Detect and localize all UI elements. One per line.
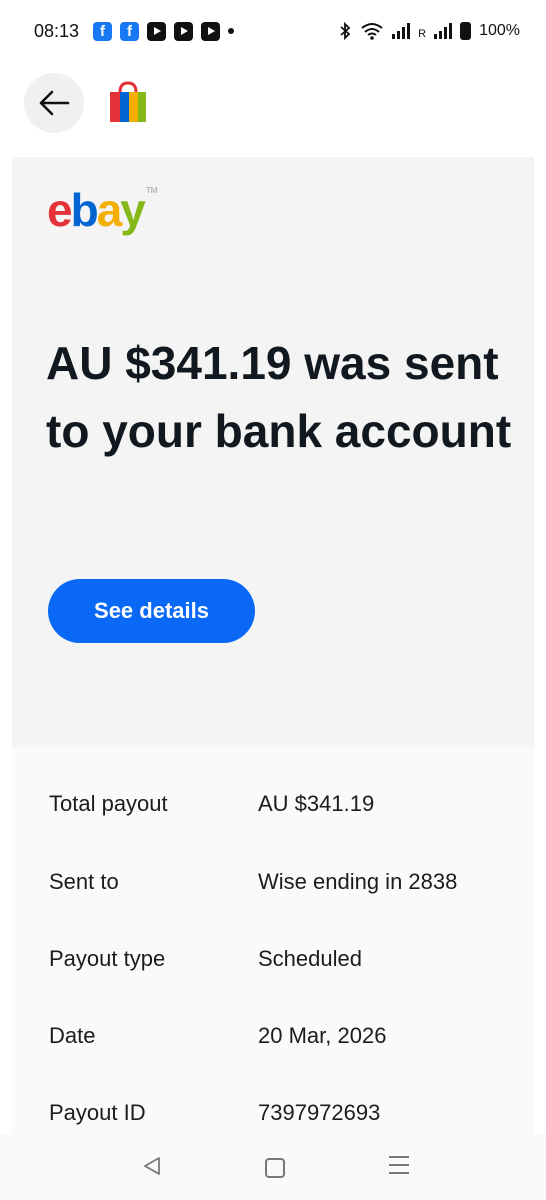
status-left: 08:13 f f	[34, 20, 235, 42]
ebay-logo: ebay TM	[47, 184, 158, 236]
logo-letter: y	[120, 184, 146, 236]
detail-value: 7397972693	[258, 1100, 381, 1125]
status-time: 08:13	[34, 20, 80, 41]
detail-label: Date	[49, 1023, 96, 1048]
logo-letter: a	[96, 184, 123, 236]
shopping-bag-icon	[110, 81, 146, 122]
menu-lines-icon[interactable]	[389, 1156, 409, 1180]
youtube-icon	[147, 21, 167, 41]
battery-percent: 100%	[479, 22, 520, 39]
logo-letter: b	[70, 184, 99, 236]
email-card: ebay TM AU $341.19 was sent to your bank …	[12, 157, 534, 747]
roaming-label: R	[418, 28, 427, 40]
detail-label: Total payout	[49, 791, 168, 816]
arrow-left-icon	[39, 90, 70, 116]
signal-icon	[392, 23, 411, 39]
battery-icon	[460, 22, 472, 40]
detail-value: AU $341.19	[258, 791, 375, 816]
triangle-back-icon[interactable]	[142, 1156, 162, 1176]
detail-label: Sent to	[49, 869, 119, 894]
logo-letter: e	[47, 184, 73, 236]
detail-label: Payout type	[49, 946, 166, 971]
youtube-icon	[201, 21, 221, 41]
wifi-icon	[361, 23, 383, 40]
email-headline: AU $341.19 was sent to your bank account	[46, 337, 512, 457]
payout-details: Total payout AU $341.19 Sent to Wise end…	[12, 747, 534, 1200]
dot-icon	[228, 28, 235, 34]
facebook-icon: f	[93, 21, 113, 41]
detail-value: 20 Mar, 2026	[258, 1023, 387, 1048]
youtube-icon	[174, 21, 194, 41]
facebook-icon: f	[120, 21, 140, 41]
detail-value: Scheduled	[258, 946, 362, 971]
status-bar: 08:13 f f R 100%	[0, 0, 546, 62]
bluetooth-icon	[340, 22, 351, 40]
detail-label: Payout ID	[49, 1100, 146, 1125]
signal-icon	[434, 23, 453, 39]
status-right: R 100%	[338, 22, 520, 40]
logo-trademark: TM	[145, 186, 158, 195]
square-home-icon[interactable]	[265, 1158, 285, 1178]
detail-value: Wise ending in 2838	[258, 869, 458, 894]
system-nav-bar	[0, 1134, 546, 1200]
back-button[interactable]	[24, 73, 84, 133]
see-details-button[interactable]: See details	[48, 579, 255, 643]
